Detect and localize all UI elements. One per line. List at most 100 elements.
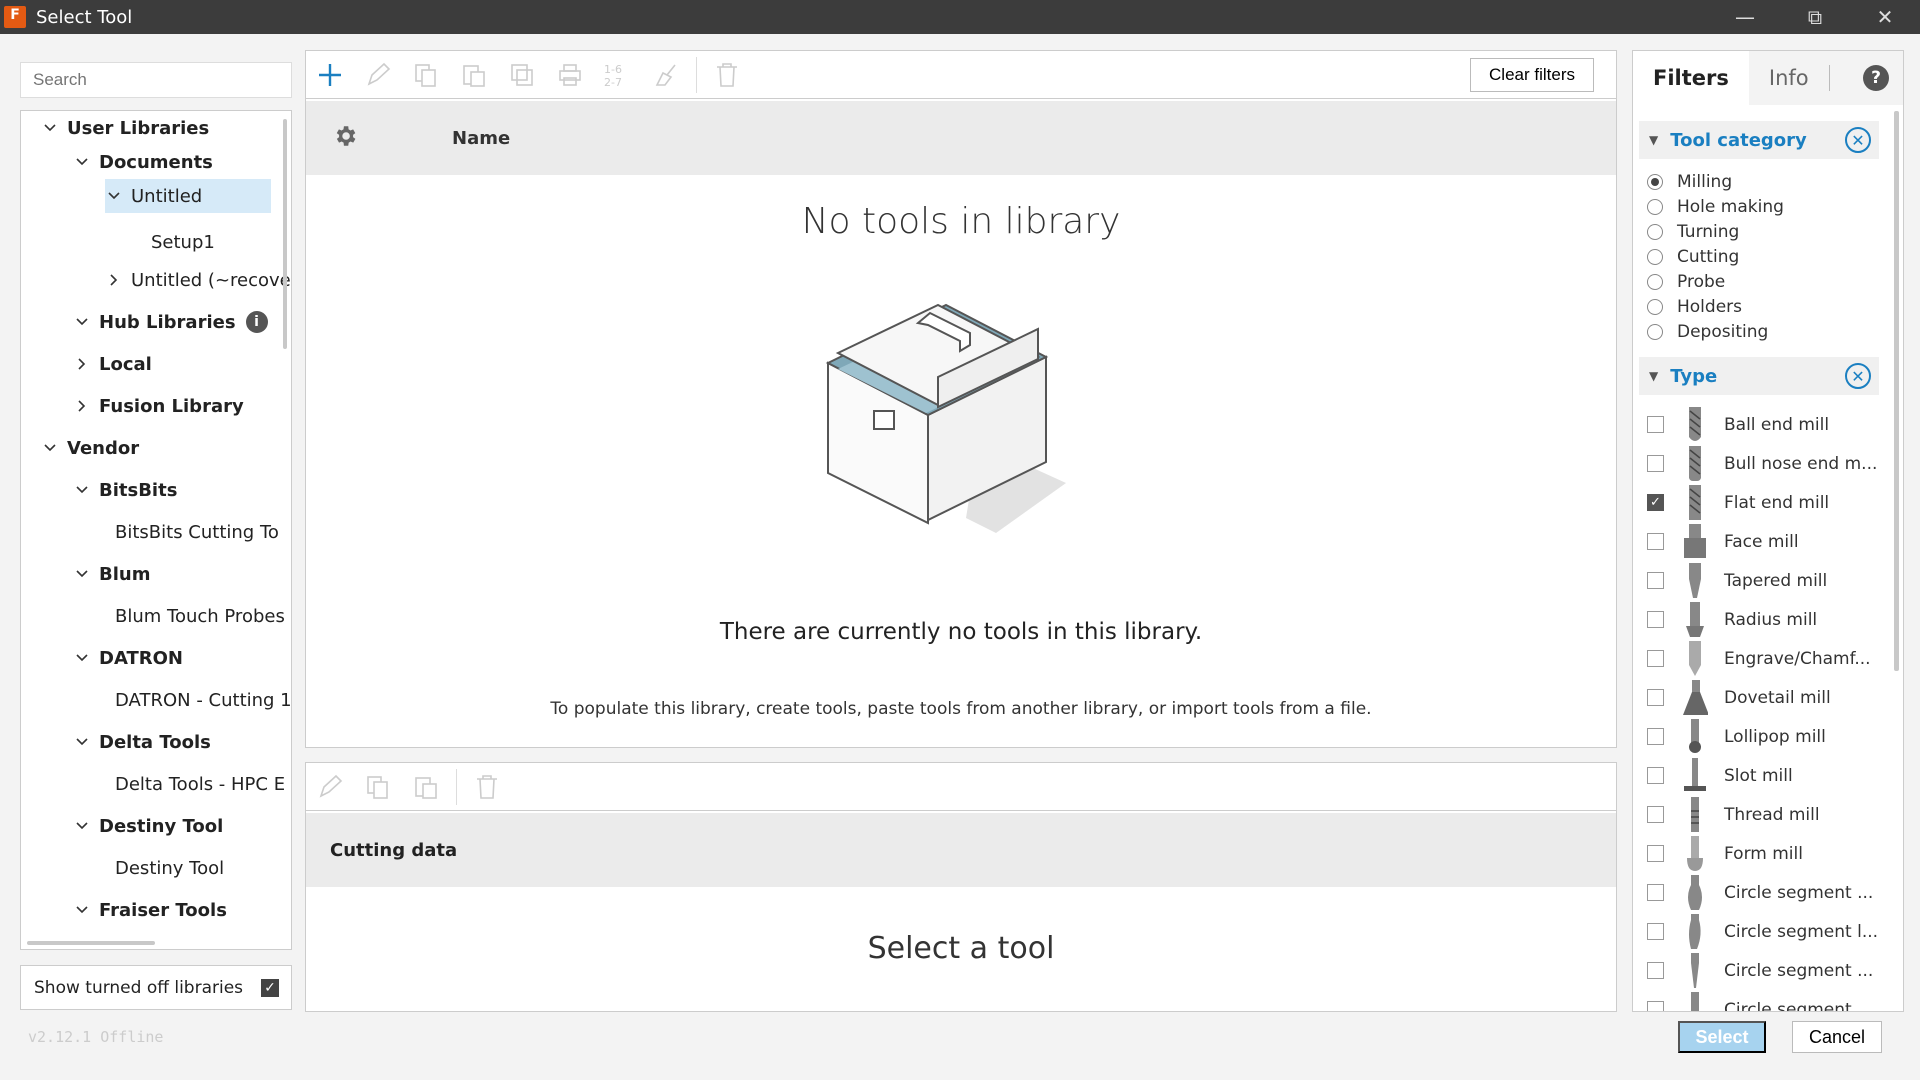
tree-item-documents[interactable]: Documents: [73, 145, 213, 179]
type-thread-mill[interactable]: Thread mill: [1647, 795, 1820, 834]
tree-item-delta-tools-hpc[interactable]: Delta Tools - HPC E: [115, 767, 285, 801]
checkbox-icon[interactable]: [1647, 962, 1664, 979]
tree-item-blum[interactable]: Blum: [73, 557, 150, 591]
restore-button[interactable]: ⧉: [1780, 0, 1850, 34]
paste-icon[interactable]: [402, 763, 450, 811]
tab-filters[interactable]: Filters: [1633, 51, 1749, 105]
checkbox-icon[interactable]: [1647, 845, 1664, 862]
radio-probe[interactable]: Probe: [1647, 269, 1725, 294]
type-circle-segment-2[interactable]: Circle segment l...: [1647, 912, 1878, 951]
radio-holders[interactable]: Holders: [1647, 294, 1742, 319]
tree-item-datron-cutting[interactable]: DATRON - Cutting 1: [115, 683, 291, 717]
filter-tabs: Filters Info ?: [1633, 51, 1903, 105]
type-bull-nose-end-mill[interactable]: Bull nose end m...: [1647, 444, 1877, 483]
radio-hole-making[interactable]: Hole making: [1647, 194, 1784, 219]
copy-icon[interactable]: [354, 763, 402, 811]
radio-turning[interactable]: Turning: [1647, 219, 1739, 244]
tree-item-datron[interactable]: DATRON: [73, 641, 183, 675]
clear-type-icon[interactable]: ✕: [1845, 363, 1871, 389]
checkbox-icon[interactable]: [1647, 923, 1664, 940]
checkbox-icon[interactable]: [1647, 767, 1664, 784]
close-button[interactable]: ✕: [1850, 0, 1920, 34]
cleanup-icon[interactable]: [642, 51, 690, 99]
duplicate-icon[interactable]: [498, 51, 546, 99]
checkbox-checked-icon[interactable]: ✓: [1647, 494, 1664, 511]
cancel-button[interactable]: Cancel: [1792, 1021, 1882, 1053]
checkbox-icon[interactable]: [1647, 884, 1664, 901]
info-icon[interactable]: i: [245, 311, 268, 333]
paste-icon[interactable]: [450, 51, 498, 99]
search-input[interactable]: [20, 62, 292, 98]
tree-item-untitled[interactable]: Untitled: [105, 179, 271, 213]
tree-item-label: Untitled (~recove: [131, 269, 291, 291]
tree-item-hub-libraries[interactable]: Hub Libraries i: [73, 305, 268, 339]
type-form-mill[interactable]: Form mill: [1647, 834, 1803, 873]
type-face-mill[interactable]: Face mill: [1647, 522, 1799, 561]
type-circle-segment-4[interactable]: Circle segment: [1647, 990, 1852, 1011]
tree-item-user-libraries[interactable]: User Libraries: [41, 111, 209, 145]
tool-category-section[interactable]: ▼ Tool category ✕: [1639, 121, 1879, 159]
tree-vertical-scrollbar[interactable]: [283, 119, 287, 349]
type-label: Form mill: [1724, 843, 1803, 864]
radio-depositing[interactable]: Depositing: [1647, 319, 1768, 344]
checkbox-icon[interactable]: [1647, 455, 1664, 472]
show-turned-off-libraries-toggle[interactable]: Show turned off libraries ✓: [20, 965, 292, 1010]
checkbox-icon[interactable]: [1647, 806, 1664, 823]
tree-item-blum-touch-probes[interactable]: Blum Touch Probes: [115, 599, 285, 633]
checkbox-icon[interactable]: [1647, 416, 1664, 433]
checkbox-icon[interactable]: [1647, 572, 1664, 589]
checkbox-icon[interactable]: [1647, 728, 1664, 745]
type-label: Face mill: [1724, 531, 1799, 552]
tree-item-destiny-tool[interactable]: Destiny Tool: [73, 809, 223, 843]
clear-filters-button[interactable]: Clear filters: [1470, 58, 1594, 92]
tree-item-delta-tools[interactable]: Delta Tools: [73, 725, 211, 759]
type-lollipop-mill[interactable]: Lollipop mill: [1647, 717, 1826, 756]
minimize-button[interactable]: —: [1710, 0, 1780, 34]
tree-item-destiny-tool-lib[interactable]: Destiny Tool: [115, 851, 224, 885]
clear-category-icon[interactable]: ✕: [1845, 127, 1871, 153]
type-dovetail-mill[interactable]: Dovetail mill: [1647, 678, 1831, 717]
copy-icon[interactable]: [402, 51, 450, 99]
name-column-header[interactable]: Name: [452, 128, 510, 149]
tree-item-fraiser-tools[interactable]: Fraiser Tools: [73, 893, 227, 927]
add-icon[interactable]: [306, 51, 354, 99]
radio-cutting[interactable]: Cutting: [1647, 244, 1739, 269]
checkbox-icon[interactable]: [1647, 611, 1664, 628]
tree-item-untitled-recovered[interactable]: Untitled (~recove: [105, 263, 291, 297]
tree-item-fusion-library[interactable]: Fusion Library: [73, 389, 244, 423]
tree-horizontal-scrollbar[interactable]: [27, 941, 155, 945]
gear-icon[interactable]: [332, 123, 358, 153]
type-engrave-chamfer[interactable]: Engrave/Chamf...: [1647, 639, 1871, 678]
renumber-icon[interactable]: 1-6 2-7: [594, 51, 642, 99]
checkbox-icon[interactable]: [1647, 1001, 1664, 1011]
delete-icon[interactable]: [703, 51, 751, 99]
checkbox-checked-icon[interactable]: ✓: [261, 978, 279, 997]
edit-icon[interactable]: [354, 51, 402, 99]
type-circle-segment-1[interactable]: Circle segment ...: [1647, 873, 1873, 912]
tree-item-vendor[interactable]: Vendor: [41, 431, 139, 465]
type-ball-end-mill[interactable]: Ball end mill: [1647, 405, 1829, 444]
type-radius-mill[interactable]: Radius mill: [1647, 600, 1817, 639]
checkbox-icon[interactable]: [1647, 533, 1664, 550]
type-section[interactable]: ▼ Type ✕: [1639, 357, 1879, 395]
type-tapered-mill[interactable]: Tapered mill: [1647, 561, 1827, 600]
type-slot-mill[interactable]: Slot mill: [1647, 756, 1793, 795]
type-flat-end-mill[interactable]: ✓ Flat end mill: [1647, 483, 1829, 522]
checkbox-icon[interactable]: [1647, 689, 1664, 706]
print-icon[interactable]: [546, 51, 594, 99]
tree-item-bitsbits-cutting[interactable]: BitsBits Cutting To: [115, 515, 279, 549]
radio-milling[interactable]: Milling: [1647, 169, 1732, 194]
tree-item-setup1[interactable]: Setup1: [151, 225, 215, 259]
tab-info[interactable]: Info: [1749, 65, 1830, 91]
filter-scrollbar[interactable]: [1894, 111, 1899, 671]
help-icon[interactable]: ?: [1863, 65, 1889, 91]
delete-icon[interactable]: [463, 763, 511, 811]
checkbox-icon[interactable]: [1647, 650, 1664, 667]
tree-item-bitsbits[interactable]: BitsBits: [73, 473, 177, 507]
edit-icon[interactable]: [306, 763, 354, 811]
select-button[interactable]: Select: [1678, 1021, 1766, 1053]
type-circle-segment-3[interactable]: Circle segment ...: [1647, 951, 1873, 990]
radio-label: Milling: [1677, 171, 1733, 192]
tree-item-local[interactable]: Local: [73, 347, 152, 381]
circle-segment-icon: [1682, 874, 1708, 911]
